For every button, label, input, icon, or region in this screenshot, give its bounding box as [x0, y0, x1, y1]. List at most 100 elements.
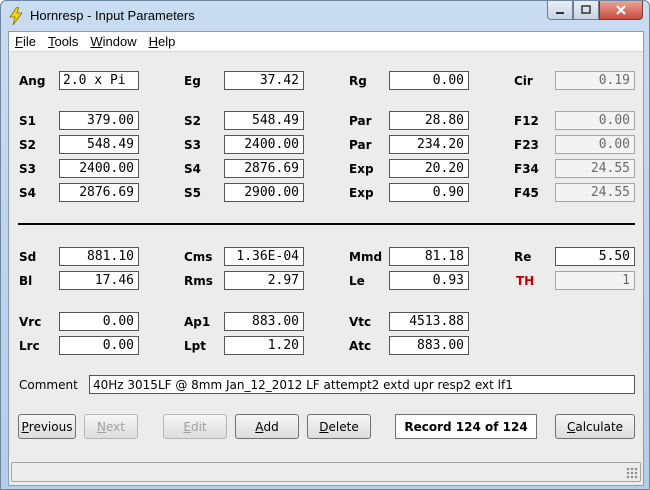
field-ap1[interactable]: 883.00 — [224, 312, 304, 331]
field-s4-right[interactable]: 2876.69 — [224, 159, 304, 178]
label-ang: Ang — [19, 74, 46, 88]
status-bar — [11, 462, 641, 482]
caption-buttons — [547, 1, 643, 21]
title-bar[interactable]: Hornresp - Input Parameters — [1, 1, 649, 31]
label-atc: Atc — [349, 339, 372, 353]
delete-button[interactable]: Delete — [307, 414, 371, 439]
label-exp-2: Exp — [349, 186, 374, 200]
field-ang[interactable]: 2.0 x Pi — [59, 71, 139, 90]
field-s2-left[interactable]: 548.49 — [59, 135, 139, 154]
label-s3-right: S3 — [184, 138, 201, 152]
field-vtc[interactable]: 4513.88 — [389, 312, 469, 331]
field-bl[interactable]: 17.46 — [59, 271, 139, 290]
label-s5: S5 — [184, 186, 201, 200]
field-s4-left[interactable]: 2876.69 — [59, 183, 139, 202]
field-s1[interactable]: 379.00 — [59, 111, 139, 130]
field-f23: 0.00 — [555, 135, 635, 154]
input-parameters-panel: File Tools Window Help Ang 2.0 x Pi Eg 3… — [8, 31, 644, 486]
window-title: Hornresp - Input Parameters — [30, 8, 195, 23]
edit-button[interactable]: Edit — [163, 414, 227, 439]
field-s5[interactable]: 2900.00 — [224, 183, 304, 202]
field-lrc[interactable]: 0.00 — [59, 336, 139, 355]
calculate-rest: alculate — [575, 419, 624, 434]
field-th: 1 — [555, 271, 635, 290]
comment-input[interactable]: 40Hz 3015LF @ 8mm Jan_12_2012 LF attempt… — [89, 375, 635, 394]
lightning-bolt-icon — [9, 7, 23, 25]
calculate-key: C — [566, 419, 576, 434]
label-vtc: Vtc — [349, 315, 372, 329]
field-cir: 0.19 — [555, 71, 635, 90]
label-f12: F12 — [514, 114, 539, 128]
add-key: A — [255, 419, 264, 434]
calculate-button[interactable]: Calculate — [555, 414, 635, 439]
field-f45: 24.55 — [555, 183, 635, 202]
label-vrc: Vrc — [19, 315, 42, 329]
add-rest: dd — [263, 419, 279, 434]
previous-key: P — [21, 419, 29, 434]
label-lrc: Lrc — [19, 339, 40, 353]
field-s2-right[interactable]: 548.49 — [224, 111, 304, 130]
edit-key: E — [183, 419, 191, 434]
menu-file-key: F — [15, 34, 23, 49]
menu-file-rest: ile — [22, 34, 36, 49]
menu-window-key: W — [90, 34, 103, 49]
label-f45: F45 — [514, 186, 539, 200]
label-re: Re — [514, 250, 532, 264]
field-mmd[interactable]: 81.18 — [389, 247, 469, 266]
field-f12: 0.00 — [555, 111, 635, 130]
label-s2-left: S2 — [19, 138, 36, 152]
field-re[interactable]: 5.50 — [555, 247, 635, 266]
field-exp-1[interactable]: 20.20 — [389, 159, 469, 178]
minimize-button[interactable] — [547, 1, 573, 20]
add-button[interactable]: Add — [235, 414, 299, 439]
label-f34: F34 — [514, 162, 539, 176]
menu-tools[interactable]: Tools — [42, 32, 84, 51]
label-cms: Cms — [184, 250, 213, 264]
label-par-2: Par — [349, 138, 372, 152]
field-rms[interactable]: 2.97 — [224, 271, 304, 290]
resize-grip[interactable] — [626, 467, 638, 479]
label-s4-left: S4 — [19, 186, 36, 200]
label-rg: Rg — [349, 74, 367, 88]
field-eg[interactable]: 37.42 — [224, 71, 304, 90]
menu-help-key: H — [148, 34, 158, 49]
delete-key: D — [319, 419, 329, 434]
menu-bar: File Tools Window Help — [9, 32, 643, 52]
menu-file[interactable]: File — [9, 32, 42, 51]
edit-rest: dit — [190, 419, 207, 434]
maximize-button[interactable] — [573, 1, 599, 20]
field-cms[interactable]: 1.36E-04 — [224, 247, 304, 266]
previous-rest: revious — [28, 419, 73, 434]
label-s4-right: S4 — [184, 162, 201, 176]
field-par-1[interactable]: 28.80 — [389, 111, 469, 130]
field-atc[interactable]: 883.00 — [389, 336, 469, 355]
label-cir: Cir — [514, 74, 533, 88]
minimize-icon — [556, 12, 564, 14]
field-vrc[interactable]: 0.00 — [59, 312, 139, 331]
label-bl: Bl — [19, 274, 33, 288]
maximize-icon — [581, 5, 591, 14]
field-par-2[interactable]: 234.20 — [389, 135, 469, 154]
menu-tools-rest: ools — [54, 34, 79, 49]
field-s3-right[interactable]: 2400.00 — [224, 135, 304, 154]
field-rg[interactable]: 0.00 — [389, 71, 469, 90]
close-icon — [616, 5, 626, 15]
hornresp-window: Hornresp - Input Parameters File Tools W… — [0, 0, 650, 490]
next-rest: ext — [106, 419, 125, 434]
record-indicator: Record 124 of 124 — [395, 414, 537, 439]
field-lpt[interactable]: 1.20 — [224, 336, 304, 355]
label-le: Le — [349, 274, 365, 288]
menu-window[interactable]: Window — [84, 32, 142, 51]
label-eg: Eg — [184, 74, 201, 88]
close-button[interactable] — [599, 1, 643, 20]
field-exp-2[interactable]: 0.90 — [389, 183, 469, 202]
next-button[interactable]: Next — [84, 414, 138, 439]
label-exp-1: Exp — [349, 162, 374, 176]
field-sd[interactable]: 881.10 — [59, 247, 139, 266]
field-le[interactable]: 0.93 — [389, 271, 469, 290]
previous-button[interactable]: Previous — [18, 414, 76, 439]
field-s3-left[interactable]: 2400.00 — [59, 159, 139, 178]
menu-help[interactable]: Help — [143, 32, 182, 51]
section-divider — [18, 223, 635, 225]
label-f23: F23 — [514, 138, 539, 152]
